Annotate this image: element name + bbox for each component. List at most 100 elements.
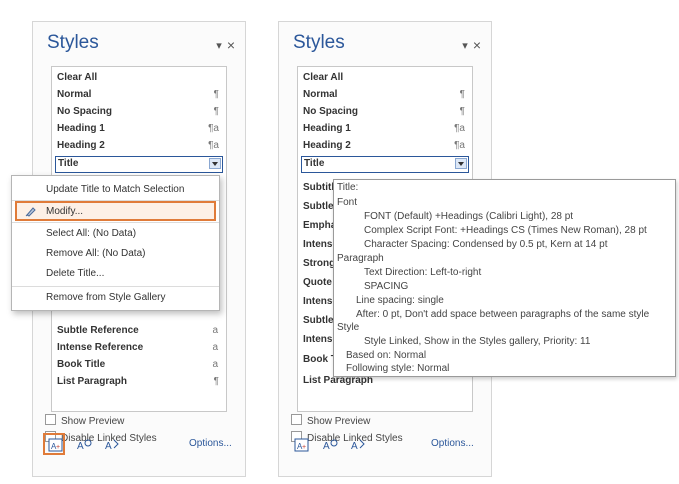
checkbox-box[interactable] xyxy=(291,414,302,425)
pane-options-icon[interactable]: ▾ xyxy=(216,40,222,52)
paragraph-mark-icon: ¶ xyxy=(213,376,219,387)
tooltip-paragraph-heading: Paragraph xyxy=(337,253,384,264)
style-item-heading-1[interactable]: Heading 1 ¶a xyxy=(57,122,221,136)
style-item-label: No Spacing xyxy=(303,106,359,117)
svg-text:A: A xyxy=(105,441,112,452)
style-item-label: Subtle Reference xyxy=(57,325,139,336)
svg-text:A: A xyxy=(323,441,330,452)
style-item-label: Intense Reference xyxy=(57,342,144,353)
pane-controls: ▾ × xyxy=(462,36,481,53)
style-inspector-icon: A xyxy=(77,439,92,452)
menu-item-update-title[interactable]: Update Title to Match Selection xyxy=(46,184,184,195)
paragraph-mark-icon: ¶ xyxy=(459,106,465,117)
tooltip-paragraph-line: Line spacing: single xyxy=(356,295,444,306)
tooltip-font-heading: Font xyxy=(337,197,358,208)
style-item-label: Quote xyxy=(303,277,332,288)
context-menu: Update Title to Match Selection Modify..… xyxy=(11,175,220,311)
style-item-heading-1[interactable]: Heading 1 ¶a xyxy=(303,122,467,136)
menu-item-delete-title[interactable]: Delete Title... xyxy=(46,268,104,279)
show-preview-checkbox[interactable]: Show Preview xyxy=(45,414,124,427)
svg-text:A: A xyxy=(77,441,84,452)
pane-controls: ▾ × xyxy=(216,36,235,53)
style-item-no-spacing[interactable]: No Spacing ¶ xyxy=(57,105,221,119)
style-item-heading-2[interactable]: Heading 2 ¶a xyxy=(303,139,467,153)
options-link[interactable]: Options... xyxy=(431,438,474,449)
linked-style-icon: ¶a xyxy=(208,140,219,151)
tooltip-based-on: Based on: Normal xyxy=(346,350,427,361)
style-item-label: No Spacing xyxy=(57,106,113,117)
options-link[interactable]: Options... xyxy=(189,438,232,449)
close-icon[interactable]: × xyxy=(473,37,481,53)
modify-brush-icon xyxy=(25,207,36,217)
menu-item-modify[interactable]: Modify... xyxy=(46,206,83,217)
menu-item-remove-all[interactable]: Remove All: (No Data) xyxy=(46,248,145,259)
new-style-icon: A + xyxy=(294,438,309,452)
manage-styles-button[interactable]: A xyxy=(103,436,121,454)
style-item-label: Heading 2 xyxy=(303,140,351,151)
pane-title: Styles xyxy=(293,32,345,53)
manage-styles-button[interactable]: A xyxy=(349,436,367,454)
tooltip-following-style: Following style: Normal xyxy=(346,363,450,374)
linked-style-icon: ¶a xyxy=(208,123,219,134)
close-icon[interactable]: × xyxy=(227,37,235,53)
style-item-label: Clear All xyxy=(303,72,344,83)
tooltip-style-line: Style Linked, Show in the Styles gallery… xyxy=(364,336,591,347)
style-item-list-paragraph[interactable]: List Paragraph ¶ xyxy=(57,375,221,389)
style-item-label: Heading 1 xyxy=(57,123,105,134)
dropdown-arrow-icon[interactable] xyxy=(455,158,467,169)
tooltip-paragraph-line: After: 0 pt, Don't add space between par… xyxy=(356,309,650,320)
pane-title: Styles xyxy=(47,32,99,53)
character-style-icon: a xyxy=(212,359,218,370)
style-item-clear-all[interactable]: Clear All xyxy=(57,71,221,85)
tooltip-style-heading: Style xyxy=(337,322,360,333)
style-item-label: Heading 1 xyxy=(303,123,351,134)
style-item-title[interactable]: Title xyxy=(55,156,223,173)
paragraph-mark-icon: ¶ xyxy=(213,106,219,117)
style-item-label: Normal xyxy=(57,89,92,100)
tooltip-paragraph-line: SPACING xyxy=(364,281,409,292)
svg-text:A: A xyxy=(351,441,358,452)
show-preview-checkbox[interactable]: Show Preview xyxy=(291,414,370,427)
character-style-icon: a xyxy=(212,325,218,336)
style-item-no-spacing[interactable]: No Spacing ¶ xyxy=(303,105,467,119)
style-item-label: Strong xyxy=(303,258,336,269)
style-inspector-icon: A xyxy=(323,439,338,452)
style-item-label: Title xyxy=(304,158,325,169)
checkbox-box[interactable] xyxy=(45,414,56,425)
style-item-clear-all[interactable]: Clear All xyxy=(303,71,467,85)
style-item-heading-2[interactable]: Heading 2 ¶a xyxy=(57,139,221,153)
style-item-label: Title xyxy=(58,158,79,169)
checkbox-label: Show Preview xyxy=(307,416,371,427)
paragraph-mark-icon: ¶ xyxy=(459,89,465,100)
style-item-normal[interactable]: Normal ¶ xyxy=(303,88,467,102)
menu-item-select-all[interactable]: Select All: (No Data) xyxy=(46,228,136,239)
checkbox-label: Show Preview xyxy=(61,416,125,427)
tooltip-font-line: FONT (Default) +Headings (Calibri Light)… xyxy=(364,211,574,222)
linked-style-icon: ¶a xyxy=(454,140,465,151)
new-style-button[interactable]: A + xyxy=(293,436,311,454)
style-item-label: Heading 2 xyxy=(57,140,105,151)
style-inspector-button[interactable]: A xyxy=(321,436,339,454)
style-item-label: Book Title xyxy=(57,359,106,370)
pane-options-icon[interactable]: ▾ xyxy=(462,40,468,52)
dropdown-arrow-icon[interactable] xyxy=(209,158,221,169)
tooltip-font-line: Character Spacing: Condensed by 0.5 pt, … xyxy=(364,239,608,250)
manage-styles-icon: A xyxy=(105,439,119,452)
style-item-intense-reference[interactable]: Intense Reference a xyxy=(57,341,221,355)
paragraph-mark-icon: ¶ xyxy=(213,89,219,100)
manage-styles-icon: A xyxy=(351,439,365,452)
tooltip-title: Title: xyxy=(337,182,359,193)
style-item-title[interactable]: Title xyxy=(301,156,469,173)
style-inspector-button[interactable]: A xyxy=(75,436,93,454)
menu-item-remove-from-gallery[interactable]: Remove from Style Gallery xyxy=(46,292,165,303)
style-item-subtle-reference[interactable]: Subtle Reference a xyxy=(57,324,221,338)
new-style-highlight xyxy=(43,433,65,455)
menu-divider xyxy=(12,222,219,223)
character-style-icon: a xyxy=(212,342,218,353)
tooltip-paragraph-line: Text Direction: Left-to-right xyxy=(364,267,482,278)
linked-style-icon: ¶a xyxy=(454,123,465,134)
style-item-normal[interactable]: Normal ¶ xyxy=(57,88,221,102)
svg-text:+: + xyxy=(302,444,306,451)
style-item-book-title[interactable]: Book Title a xyxy=(57,358,221,372)
tooltip-font-line: Complex Script Font: +Headings CS (Times… xyxy=(364,225,647,236)
